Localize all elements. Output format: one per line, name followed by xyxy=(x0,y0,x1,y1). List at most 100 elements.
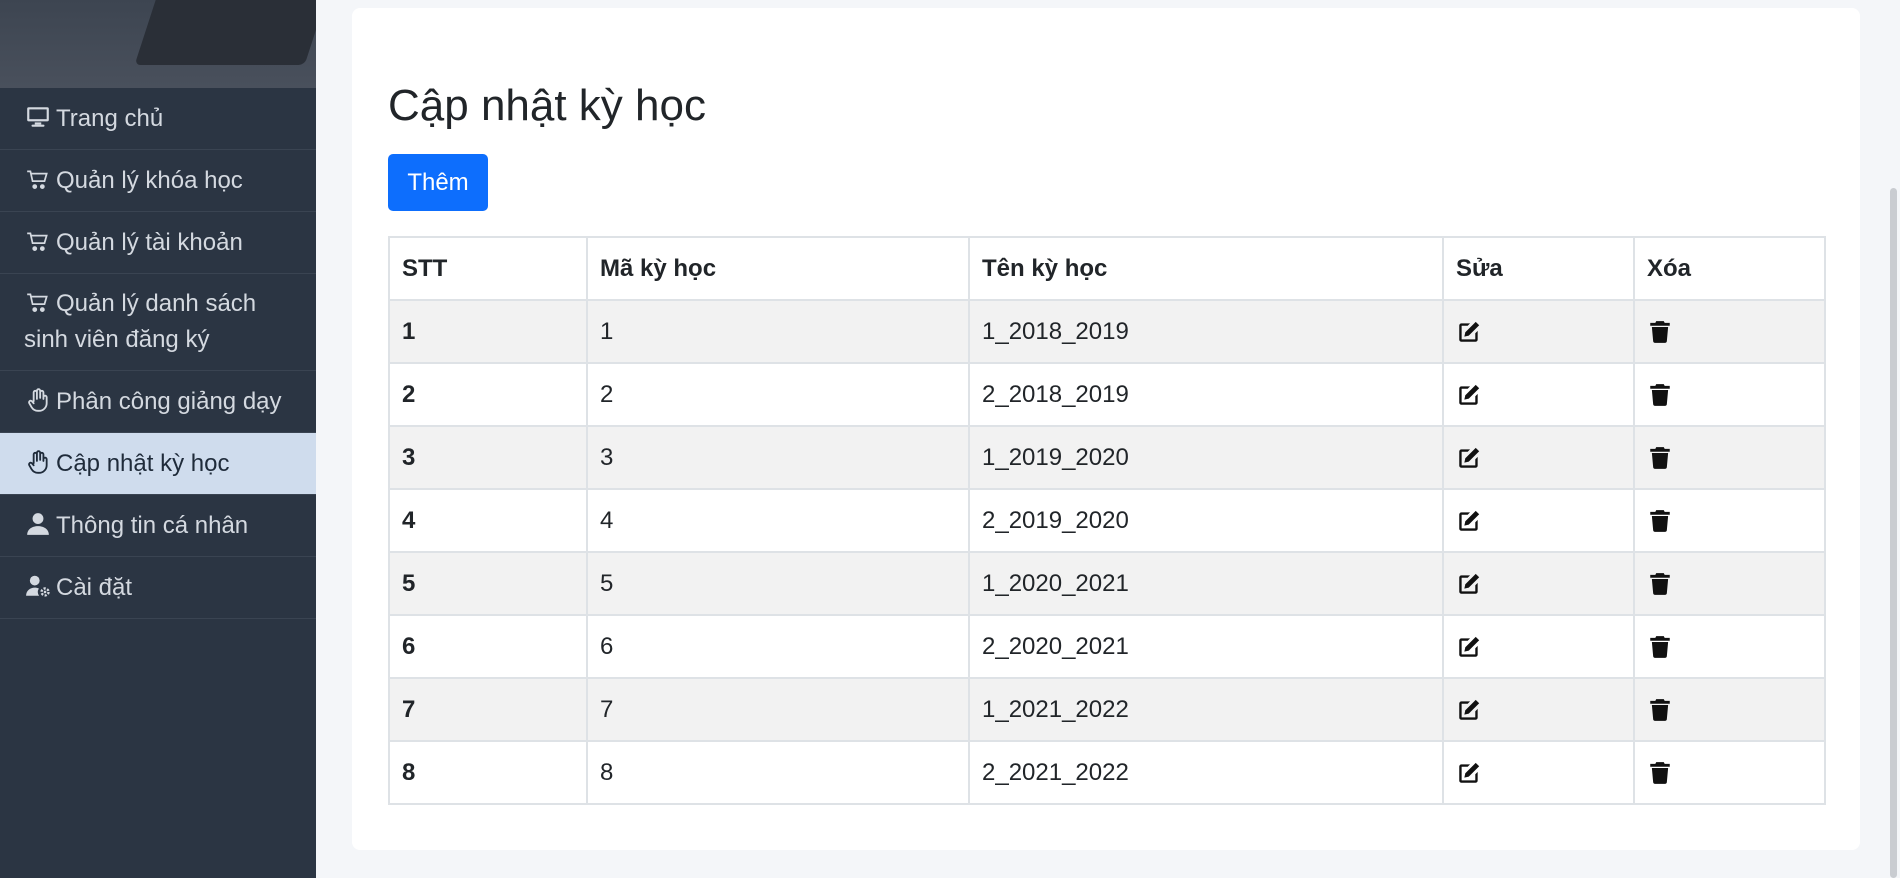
cell-xoa xyxy=(1633,362,1826,427)
column-header-stt: STT xyxy=(388,236,588,301)
cell-ma-ky-hoc: 6 xyxy=(586,614,970,679)
trash-icon[interactable] xyxy=(1647,760,1673,786)
table-row: 5 5 1_2020_2021 xyxy=(388,551,1826,616)
sidebar-item-thong-tin-ca-nhan[interactable]: Thông tin cá nhân xyxy=(0,495,316,557)
cell-ma-ky-hoc: 5 xyxy=(586,551,970,616)
edit-icon[interactable] xyxy=(1456,697,1482,723)
trash-icon[interactable] xyxy=(1647,319,1673,345)
edit-icon[interactable] xyxy=(1456,760,1482,786)
table-row: 1 1 1_2018_2019 xyxy=(388,299,1826,364)
sidebar-item-cai-dat[interactable]: Cài đặt xyxy=(0,557,316,619)
sidebar-item-label: Cập nhật kỳ học xyxy=(56,450,230,477)
cell-ma-ky-hoc: 1 xyxy=(586,299,970,364)
cell-ten-ky-hoc: 2_2020_2021 xyxy=(968,614,1444,679)
cart-icon xyxy=(24,165,52,193)
sidebar-item-label: Trang chủ xyxy=(56,105,164,132)
cell-stt: 4 xyxy=(388,488,588,553)
cell-stt: 6 xyxy=(388,614,588,679)
main-card: Cập nhật kỳ học Thêm STT Mã kỳ học Tên k… xyxy=(352,8,1860,850)
scrollbar-thumb[interactable] xyxy=(1890,188,1897,878)
cell-ten-ky-hoc: 2_2021_2022 xyxy=(968,740,1444,805)
cell-stt: 7 xyxy=(388,677,588,742)
sidebar-nav: Trang chủ Quản lý khóa học Quản lý tài k… xyxy=(0,88,316,619)
cart-icon xyxy=(24,288,52,316)
desktop-icon xyxy=(24,103,52,131)
cell-xoa xyxy=(1633,740,1826,805)
hand-icon xyxy=(24,386,52,414)
edit-icon[interactable] xyxy=(1456,382,1482,408)
sidebar-item-label: Quản lý khóa học xyxy=(56,167,243,194)
cell-ten-ky-hoc: 2_2018_2019 xyxy=(968,362,1444,427)
cell-ten-ky-hoc: 1_2020_2021 xyxy=(968,551,1444,616)
trash-icon[interactable] xyxy=(1647,697,1673,723)
sidebar-item-label: Quản lý tài khoản xyxy=(56,229,243,256)
column-header-sua: Sửa xyxy=(1442,236,1635,301)
cell-ten-ky-hoc: 1_2019_2020 xyxy=(968,425,1444,490)
column-header-ten-ky-hoc: Tên kỳ học xyxy=(968,236,1444,301)
table-row: 8 8 2_2021_2022 xyxy=(388,740,1826,805)
column-header-xoa: Xóa xyxy=(1633,236,1826,301)
table-header-row: STT Mã kỳ học Tên kỳ học Sửa Xóa xyxy=(388,236,1826,301)
cell-sua xyxy=(1442,488,1635,553)
sidebar-item-cap-nhat-ky-hoc[interactable]: Cập nhật kỳ học xyxy=(0,433,316,495)
trash-icon[interactable] xyxy=(1647,508,1673,534)
edit-icon[interactable] xyxy=(1456,445,1482,471)
trash-icon[interactable] xyxy=(1647,382,1673,408)
cell-xoa xyxy=(1633,551,1826,616)
cell-ma-ky-hoc: 7 xyxy=(586,677,970,742)
cell-ma-ky-hoc: 4 xyxy=(586,488,970,553)
edit-icon[interactable] xyxy=(1456,571,1482,597)
cell-stt: 5 xyxy=(388,551,588,616)
semester-table-wrapper: STT Mã kỳ học Tên kỳ học Sửa Xóa 1 1 1_201… xyxy=(388,236,1826,805)
cell-ma-ky-hoc: 8 xyxy=(586,740,970,805)
trash-icon[interactable] xyxy=(1647,634,1673,660)
column-header-ma-ky-hoc: Mã kỳ học xyxy=(586,236,970,301)
sidebar-item-label: Phân công giảng dạy xyxy=(56,388,282,415)
cell-ten-ky-hoc: 2_2019_2020 xyxy=(968,488,1444,553)
trash-icon[interactable] xyxy=(1647,571,1673,597)
edit-icon[interactable] xyxy=(1456,319,1482,345)
cell-sua xyxy=(1442,299,1635,364)
page-title: Cập nhật kỳ học xyxy=(388,81,706,130)
sidebar-item-quan-ly-tai-khoan[interactable]: Quản lý tài khoản xyxy=(0,212,316,274)
edit-icon[interactable] xyxy=(1456,634,1482,660)
sidebar-item-label: Quản lý danh sách sinh viên đăng ký xyxy=(24,290,257,353)
sidebar-item-quan-ly-danh-sach[interactable]: Quản lý danh sách sinh viên đăng ký xyxy=(0,274,316,371)
cell-ten-ky-hoc: 1_2018_2019 xyxy=(968,299,1444,364)
cell-ma-ky-hoc: 3 xyxy=(586,425,970,490)
table-row: 6 6 2_2020_2021 xyxy=(388,614,1826,679)
cell-stt: 3 xyxy=(388,425,588,490)
edit-icon[interactable] xyxy=(1456,508,1482,534)
sidebar-item-quan-ly-khoa-hoc[interactable]: Quản lý khóa học xyxy=(0,150,316,212)
table-row: 2 2 2_2018_2019 xyxy=(388,362,1826,427)
table-row: 4 4 2_2019_2020 xyxy=(388,488,1826,553)
cell-xoa xyxy=(1633,488,1826,553)
cell-xoa xyxy=(1633,299,1826,364)
add-button[interactable]: Thêm xyxy=(388,154,488,211)
cell-sua xyxy=(1442,362,1635,427)
sidebar-item-phan-cong-giang-day[interactable]: Phân công giảng dạy xyxy=(0,371,316,433)
cell-sua xyxy=(1442,425,1635,490)
cell-stt: 8 xyxy=(388,740,588,805)
cell-xoa xyxy=(1633,614,1826,679)
cell-xoa xyxy=(1633,677,1826,742)
table-row: 7 7 1_2021_2022 xyxy=(388,677,1826,742)
cell-sua xyxy=(1442,677,1635,742)
cell-stt: 2 xyxy=(388,362,588,427)
cell-ten-ky-hoc: 1_2021_2022 xyxy=(968,677,1444,742)
cell-stt: 1 xyxy=(388,299,588,364)
trash-icon[interactable] xyxy=(1647,445,1673,471)
sidebar-item-label: Thông tin cá nhân xyxy=(56,512,249,539)
page-scrollbar[interactable] xyxy=(1886,0,1900,878)
hand-icon xyxy=(24,448,52,476)
semester-table: STT Mã kỳ học Tên kỳ học Sửa Xóa 1 1 1_201… xyxy=(388,236,1826,805)
table-row: 3 3 1_2019_2020 xyxy=(388,425,1826,490)
sidebar: Trang chủ Quản lý khóa học Quản lý tài k… xyxy=(0,0,316,878)
sidebar-item-label: Cài đặt xyxy=(56,574,133,601)
cell-ma-ky-hoc: 2 xyxy=(586,362,970,427)
cell-sua xyxy=(1442,740,1635,805)
cart-icon xyxy=(24,227,52,255)
sidebar-item-trang-chu[interactable]: Trang chủ xyxy=(0,88,316,150)
user-cog-icon xyxy=(24,572,52,600)
user-icon xyxy=(24,510,52,538)
